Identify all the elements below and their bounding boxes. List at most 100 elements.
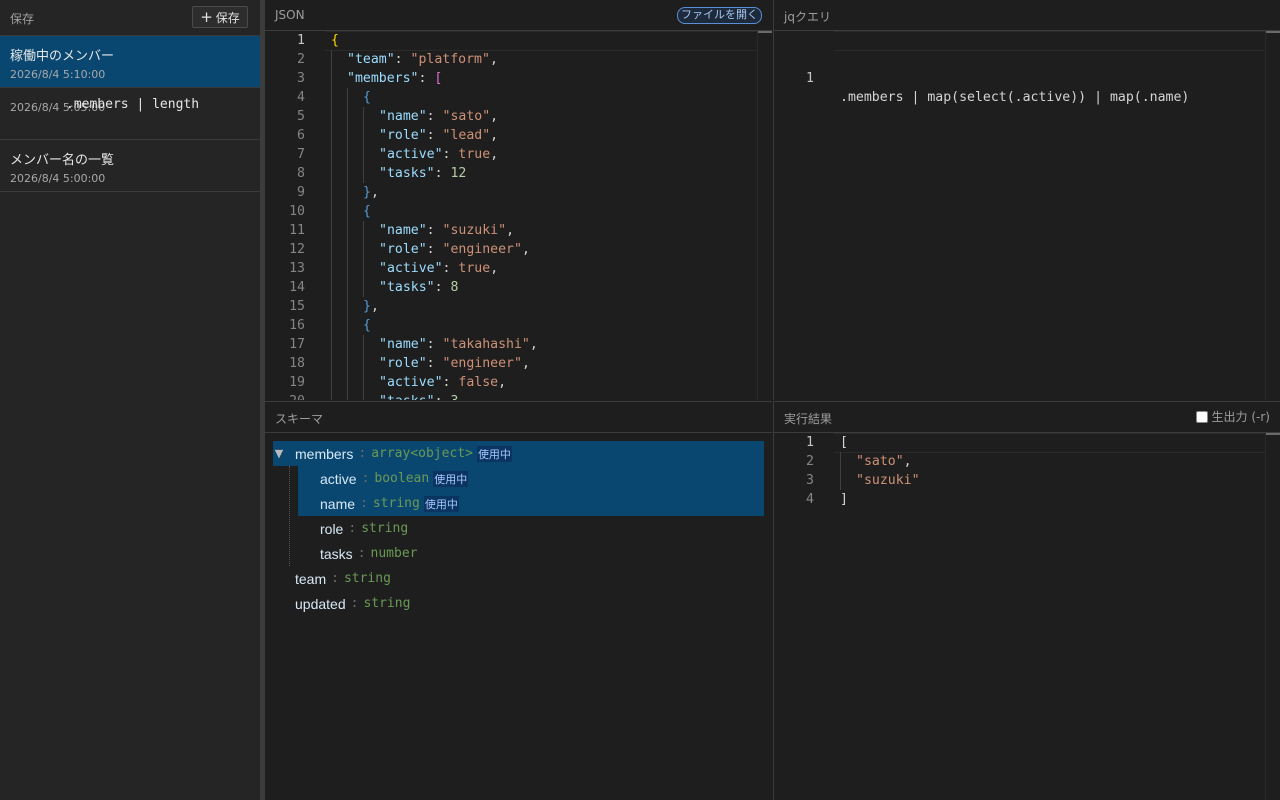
schema-node[interactable]: tasks: number	[298, 541, 764, 566]
code-line: 10 {	[265, 202, 772, 221]
code-line: 2 "team": "platform",	[265, 50, 772, 69]
save-button-label: 保存	[215, 10, 240, 25]
result-panel-header: 実行結果 生出力 (-r)	[774, 402, 1280, 433]
code-line: 8 "tasks": 12	[265, 164, 772, 183]
schema-node[interactable]: role: string	[298, 516, 764, 541]
line-number: 10	[289, 204, 305, 219]
schema-type: string	[361, 521, 409, 536]
code-line: 3 "suzuki"	[774, 471, 1280, 490]
schema-separator: :	[361, 471, 370, 486]
line-number: 1	[297, 33, 305, 48]
schema-type: number	[370, 546, 418, 561]
code-text: "sato",	[856, 454, 912, 469]
saved-query-name: 稼働中のメンバー	[10, 49, 115, 64]
code-line: 4{	[265, 88, 772, 107]
line-number: 11	[289, 223, 305, 238]
save-query-button[interactable]: + 保存	[192, 6, 248, 28]
json-panel-header: JSON ファイルを開く	[265, 0, 772, 31]
schema-key: members	[295, 445, 354, 462]
in-use-badge: 使用中	[423, 495, 459, 512]
collapse-arrow-icon[interactable]: ▼	[273, 447, 285, 460]
code-line: 1[	[774, 433, 1280, 453]
result-panel: 実行結果 生出力 (-r) 1[2 "sato", 3 "suzuki" 4]	[773, 401, 1280, 800]
sidebar-title: 保存	[10, 12, 35, 26]
schema-key: role	[320, 520, 344, 537]
code-line: 15},	[265, 297, 772, 316]
saved-queries-sidebar: 保存 + 保存 稼働中のメンバー 2026/8/4 5:10:00 .membe…	[0, 0, 260, 800]
indent-guide	[363, 107, 364, 183]
line-number: 1	[806, 435, 814, 450]
in-use-badge: 使用中	[476, 445, 512, 462]
line-number: 14	[289, 280, 305, 295]
saved-query-item[interactable]: メンバー名の一覧 2026/8/4 5:00:00	[0, 140, 260, 192]
schema-key: tasks	[320, 545, 353, 562]
line-number: 16	[289, 318, 305, 333]
saved-query-item[interactable]: 稼働中のメンバー 2026/8/4 5:10:00	[0, 36, 260, 88]
line-number: 5	[297, 109, 305, 124]
code-text: {	[363, 204, 371, 219]
line-number: 3	[806, 473, 814, 488]
line-number: 19	[289, 375, 305, 390]
code-line: 17 "name": "takahashi",	[265, 335, 772, 354]
code-line: 13 "active": true,	[265, 259, 772, 278]
json-editor[interactable]: 1{2 "team": "platform", 3 "members": [4{5 "n…	[265, 31, 772, 400]
result-viewer[interactable]: 1[2 "sato", 3 "suzuki" 4]	[774, 433, 1280, 800]
raw-output-toggle[interactable]: 生出力 (-r)	[1195, 408, 1270, 425]
current-line-highlight	[834, 433, 1266, 453]
sidebar-header: 保存 + 保存	[0, 0, 260, 36]
schema-node[interactable]: team: string	[273, 566, 764, 591]
line-number: 12	[289, 242, 305, 257]
indent-guide	[331, 50, 332, 400]
line-number: 3	[297, 71, 305, 86]
schema-type: string	[363, 596, 411, 611]
line-number: 4	[297, 90, 305, 105]
line-number: 18	[289, 356, 305, 371]
current-line-highlight	[325, 31, 758, 51]
code-text: [	[840, 435, 848, 450]
code-text: "role": "engineer",	[379, 242, 530, 257]
code-line: 3 "members": [	[265, 69, 772, 88]
code-text: "active": true,	[379, 261, 499, 276]
saved-query-time: 2026/8/4 5:00:00	[10, 172, 106, 185]
open-file-button[interactable]: ファイルを開く	[677, 7, 762, 24]
scroll-position-marker	[1266, 31, 1280, 33]
schema-key: team	[295, 570, 327, 587]
schema-separator: :	[348, 521, 357, 536]
in-use-badge: 使用中	[433, 470, 469, 487]
saved-query-item[interactable]: .members | length 2026/8/4 5:05:00	[0, 88, 260, 140]
code-line: 1 .members | map(select(.active)) | map(…	[774, 31, 1280, 105]
result-panel-title: 実行結果	[784, 412, 833, 426]
code-line: 20 "tasks": 3	[265, 392, 772, 400]
code-line: 7 "active": true,	[265, 145, 772, 164]
code-line: 14 "tasks": 8	[265, 278, 772, 297]
code-text: {	[331, 33, 339, 48]
raw-output-checkbox[interactable]	[1195, 410, 1208, 423]
schema-node[interactable]: updated: string	[273, 591, 764, 616]
schema-separator: :	[357, 546, 366, 561]
raw-output-label: 生出力 (-r)	[1211, 410, 1270, 424]
code-text: },	[363, 185, 379, 200]
schema-panel: スキーマ ▼ members: array<object> 使用中 active: boo…	[265, 401, 772, 800]
code-line: 11 "name": "suzuki",	[265, 221, 772, 240]
code-text: "active": true,	[379, 147, 499, 162]
line-number: 17	[289, 337, 305, 352]
line-number: 7	[297, 147, 305, 162]
schema-node[interactable]: active: boolean 使用中	[298, 466, 764, 491]
jq-query-editor[interactable]: 1 .members | map(select(.active)) | map(…	[774, 31, 1280, 400]
schema-key: updated	[295, 595, 346, 612]
jq-query-text: .members | map(select(.active)) | map(.n…	[840, 90, 1190, 105]
code-line: 12 "role": "engineer",	[265, 240, 772, 259]
line-number: 20	[265, 392, 305, 400]
schema-node[interactable]: name: string 使用中	[298, 491, 764, 516]
line-number: 1	[806, 71, 814, 86]
line-number: 13	[289, 261, 305, 276]
saved-query-time: 2026/8/4 5:10:00	[10, 68, 106, 81]
json-panel-title: JSON	[275, 8, 305, 22]
schema-node[interactable]: ▼ members: array<object> 使用中	[273, 441, 764, 466]
code-text: "name": "suzuki",	[379, 223, 515, 238]
jq-query-panel: jqクエリ 1 .members | map(select(.active)) …	[773, 0, 1280, 400]
query-editor-scrollbar[interactable]	[1265, 31, 1280, 400]
code-text: "role": "lead",	[379, 128, 499, 143]
code-line: 1{	[265, 31, 772, 51]
indent-guide	[347, 88, 348, 400]
